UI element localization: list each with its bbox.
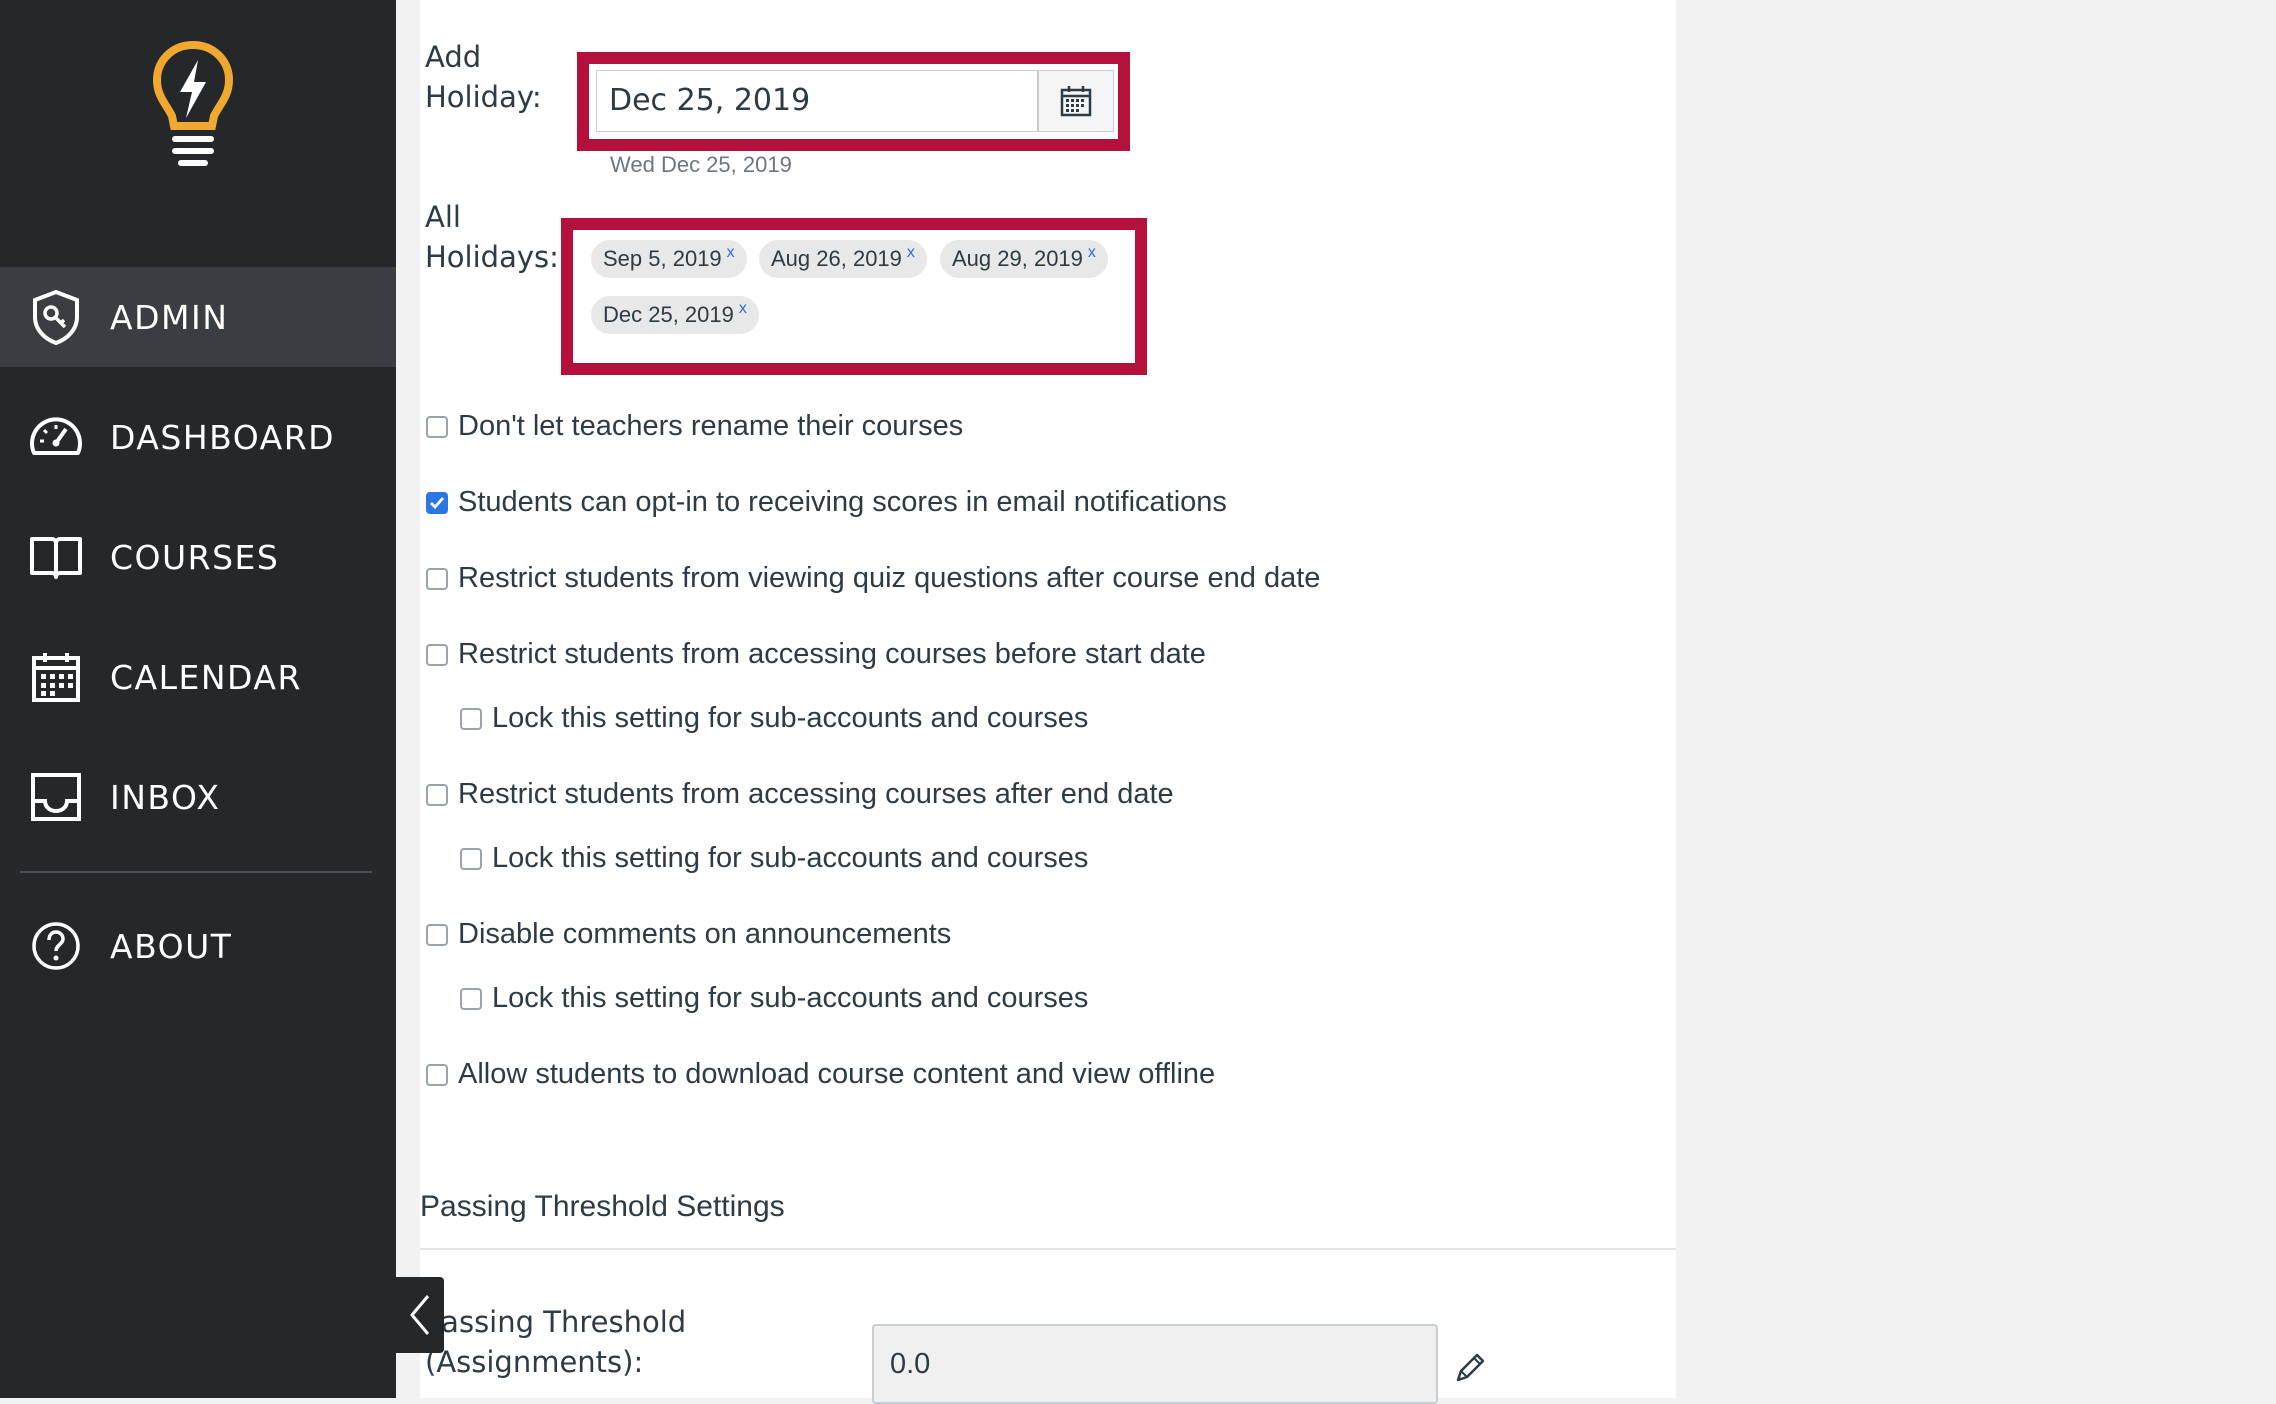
- add-holiday-label-line1: Add: [425, 40, 482, 74]
- remove-chip-icon[interactable]: x: [727, 244, 735, 261]
- holiday-chip: Dec 25, 2019 x: [591, 296, 759, 334]
- setting-label: Allow students to download course conten…: [458, 1058, 1216, 1090]
- sidebar-item-label: COURSES: [110, 537, 280, 577]
- sidebar-divider: [20, 871, 372, 873]
- sidebar-item-label: INBOX: [110, 777, 221, 817]
- lock-setting-row[interactable]: Lock this setting for sub-accounts and c…: [460, 842, 1088, 875]
- chevron-left-icon: [410, 1295, 430, 1335]
- all-holidays-label-line1: All: [425, 200, 461, 234]
- holiday-chip-label: Sep 5, 2019: [603, 246, 722, 271]
- passing-threshold-label-line2: (Assignments):: [425, 1345, 644, 1379]
- setting-row[interactable]: Students can opt-in to receiving scores …: [426, 486, 1227, 519]
- section-divider: [420, 1248, 1676, 1250]
- sidebar-item-about[interactable]: ABOUT: [0, 896, 396, 996]
- calendar-icon: [1060, 86, 1092, 117]
- remove-chip-icon[interactable]: x: [907, 244, 915, 261]
- setting-checkbox[interactable]: [426, 567, 448, 590]
- passing-threshold-input[interactable]: 0.0: [872, 1324, 1438, 1404]
- sidebar-item-label: DASHBOARD: [110, 417, 336, 457]
- dashboard-gauge-icon: [28, 409, 84, 465]
- add-holiday-label-line2: Holiday:: [425, 80, 542, 114]
- inbox-tray-icon: [28, 769, 84, 825]
- setting-label: Lock this setting for sub-accounts and c…: [492, 982, 1089, 1014]
- sidebar-item-courses[interactable]: COURSES: [0, 507, 396, 607]
- sidebar-item-calendar[interactable]: CALENDAR: [0, 627, 396, 727]
- lock-setting-checkbox[interactable]: [460, 847, 482, 870]
- all-holidays-label: All Holidays:: [425, 197, 559, 277]
- setting-label: Restrict students from accessing courses…: [458, 638, 1206, 670]
- setting-checkbox[interactable]: [426, 491, 448, 514]
- setting-row[interactable]: Disable comments on announcements: [426, 918, 951, 951]
- setting-label: Students can opt-in to receiving scores …: [458, 486, 1227, 518]
- lock-setting-row[interactable]: Lock this setting for sub-accounts and c…: [460, 702, 1088, 735]
- passing-threshold-label-line1: Passing Threshold: [425, 1305, 687, 1339]
- calendar-icon: [28, 649, 84, 705]
- collapse-sidebar-button[interactable]: [396, 1277, 444, 1353]
- lightbulb-logo-icon[interactable]: [152, 40, 234, 175]
- lock-setting-checkbox[interactable]: [460, 987, 482, 1010]
- setting-checkbox[interactable]: [426, 923, 448, 946]
- lock-setting-row[interactable]: Lock this setting for sub-accounts and c…: [460, 982, 1088, 1015]
- setting-row[interactable]: Don't let teachers rename their courses: [426, 410, 963, 443]
- date-picker-button[interactable]: [1038, 70, 1114, 132]
- remove-chip-icon[interactable]: x: [739, 300, 747, 317]
- setting-label: Lock this setting for sub-accounts and c…: [492, 842, 1089, 874]
- sidebar-item-dashboard[interactable]: DASHBOARD: [0, 387, 396, 487]
- setting-row[interactable]: Restrict students from viewing quiz ques…: [426, 562, 1320, 595]
- admin-shield-icon: [28, 289, 84, 345]
- pencil-edit-icon[interactable]: [1452, 1350, 1488, 1386]
- setting-checkbox[interactable]: [426, 415, 448, 438]
- setting-label: Don't let teachers rename their courses: [458, 410, 964, 442]
- add-holiday-label: Add Holiday:: [425, 37, 542, 117]
- holiday-chip-label: Aug 29, 2019: [952, 246, 1083, 271]
- setting-row[interactable]: Restrict students from accessing courses…: [426, 638, 1206, 671]
- setting-label: Disable comments on announcements: [458, 918, 952, 950]
- sidebar-item-label: ADMIN: [110, 297, 229, 337]
- remove-chip-icon[interactable]: x: [1088, 244, 1096, 261]
- setting-checkbox[interactable]: [426, 783, 448, 806]
- setting-row[interactable]: Restrict students from accessing courses…: [426, 778, 1174, 811]
- settings-panel: [420, 0, 1676, 1398]
- setting-checkbox[interactable]: [426, 643, 448, 666]
- holiday-date-input[interactable]: Dec 25, 2019: [596, 70, 1038, 132]
- sidebar-item-inbox[interactable]: INBOX: [0, 747, 396, 847]
- sidebar-item-label: CALENDAR: [110, 657, 302, 697]
- setting-label: Lock this setting for sub-accounts and c…: [492, 702, 1089, 734]
- passing-threshold-label: Passing Threshold (Assignments):: [425, 1302, 686, 1382]
- sidebar-item-label: ABOUT: [110, 926, 233, 966]
- holiday-chip-label: Aug 26, 2019: [771, 246, 902, 271]
- sidebar-item-admin[interactable]: ADMIN: [0, 267, 396, 367]
- setting-label: Restrict students from accessing courses…: [458, 778, 1174, 810]
- setting-label: Restrict students from viewing quiz ques…: [458, 562, 1321, 594]
- holiday-chip: Aug 26, 2019 x: [759, 240, 927, 278]
- book-icon: [28, 529, 84, 585]
- holiday-chip: Aug 29, 2019 x: [940, 240, 1108, 278]
- setting-row[interactable]: Allow students to download course conten…: [426, 1058, 1215, 1091]
- date-hint-text: Wed Dec 25, 2019: [610, 152, 792, 177]
- section-heading: Passing Threshold Settings: [420, 1190, 785, 1223]
- setting-checkbox[interactable]: [426, 1063, 448, 1086]
- holiday-chip-label: Dec 25, 2019: [603, 302, 734, 327]
- all-holidays-label-line2: Holidays:: [425, 240, 559, 274]
- checkmark-icon: [430, 496, 445, 509]
- holiday-chip: Sep 5, 2019 x: [591, 240, 747, 278]
- lock-setting-checkbox[interactable]: [460, 707, 482, 730]
- sidebar: ADMIN DASHBOARD COURSES CALENDAR INBOX A…: [0, 0, 396, 1398]
- question-circle-icon: [28, 918, 84, 974]
